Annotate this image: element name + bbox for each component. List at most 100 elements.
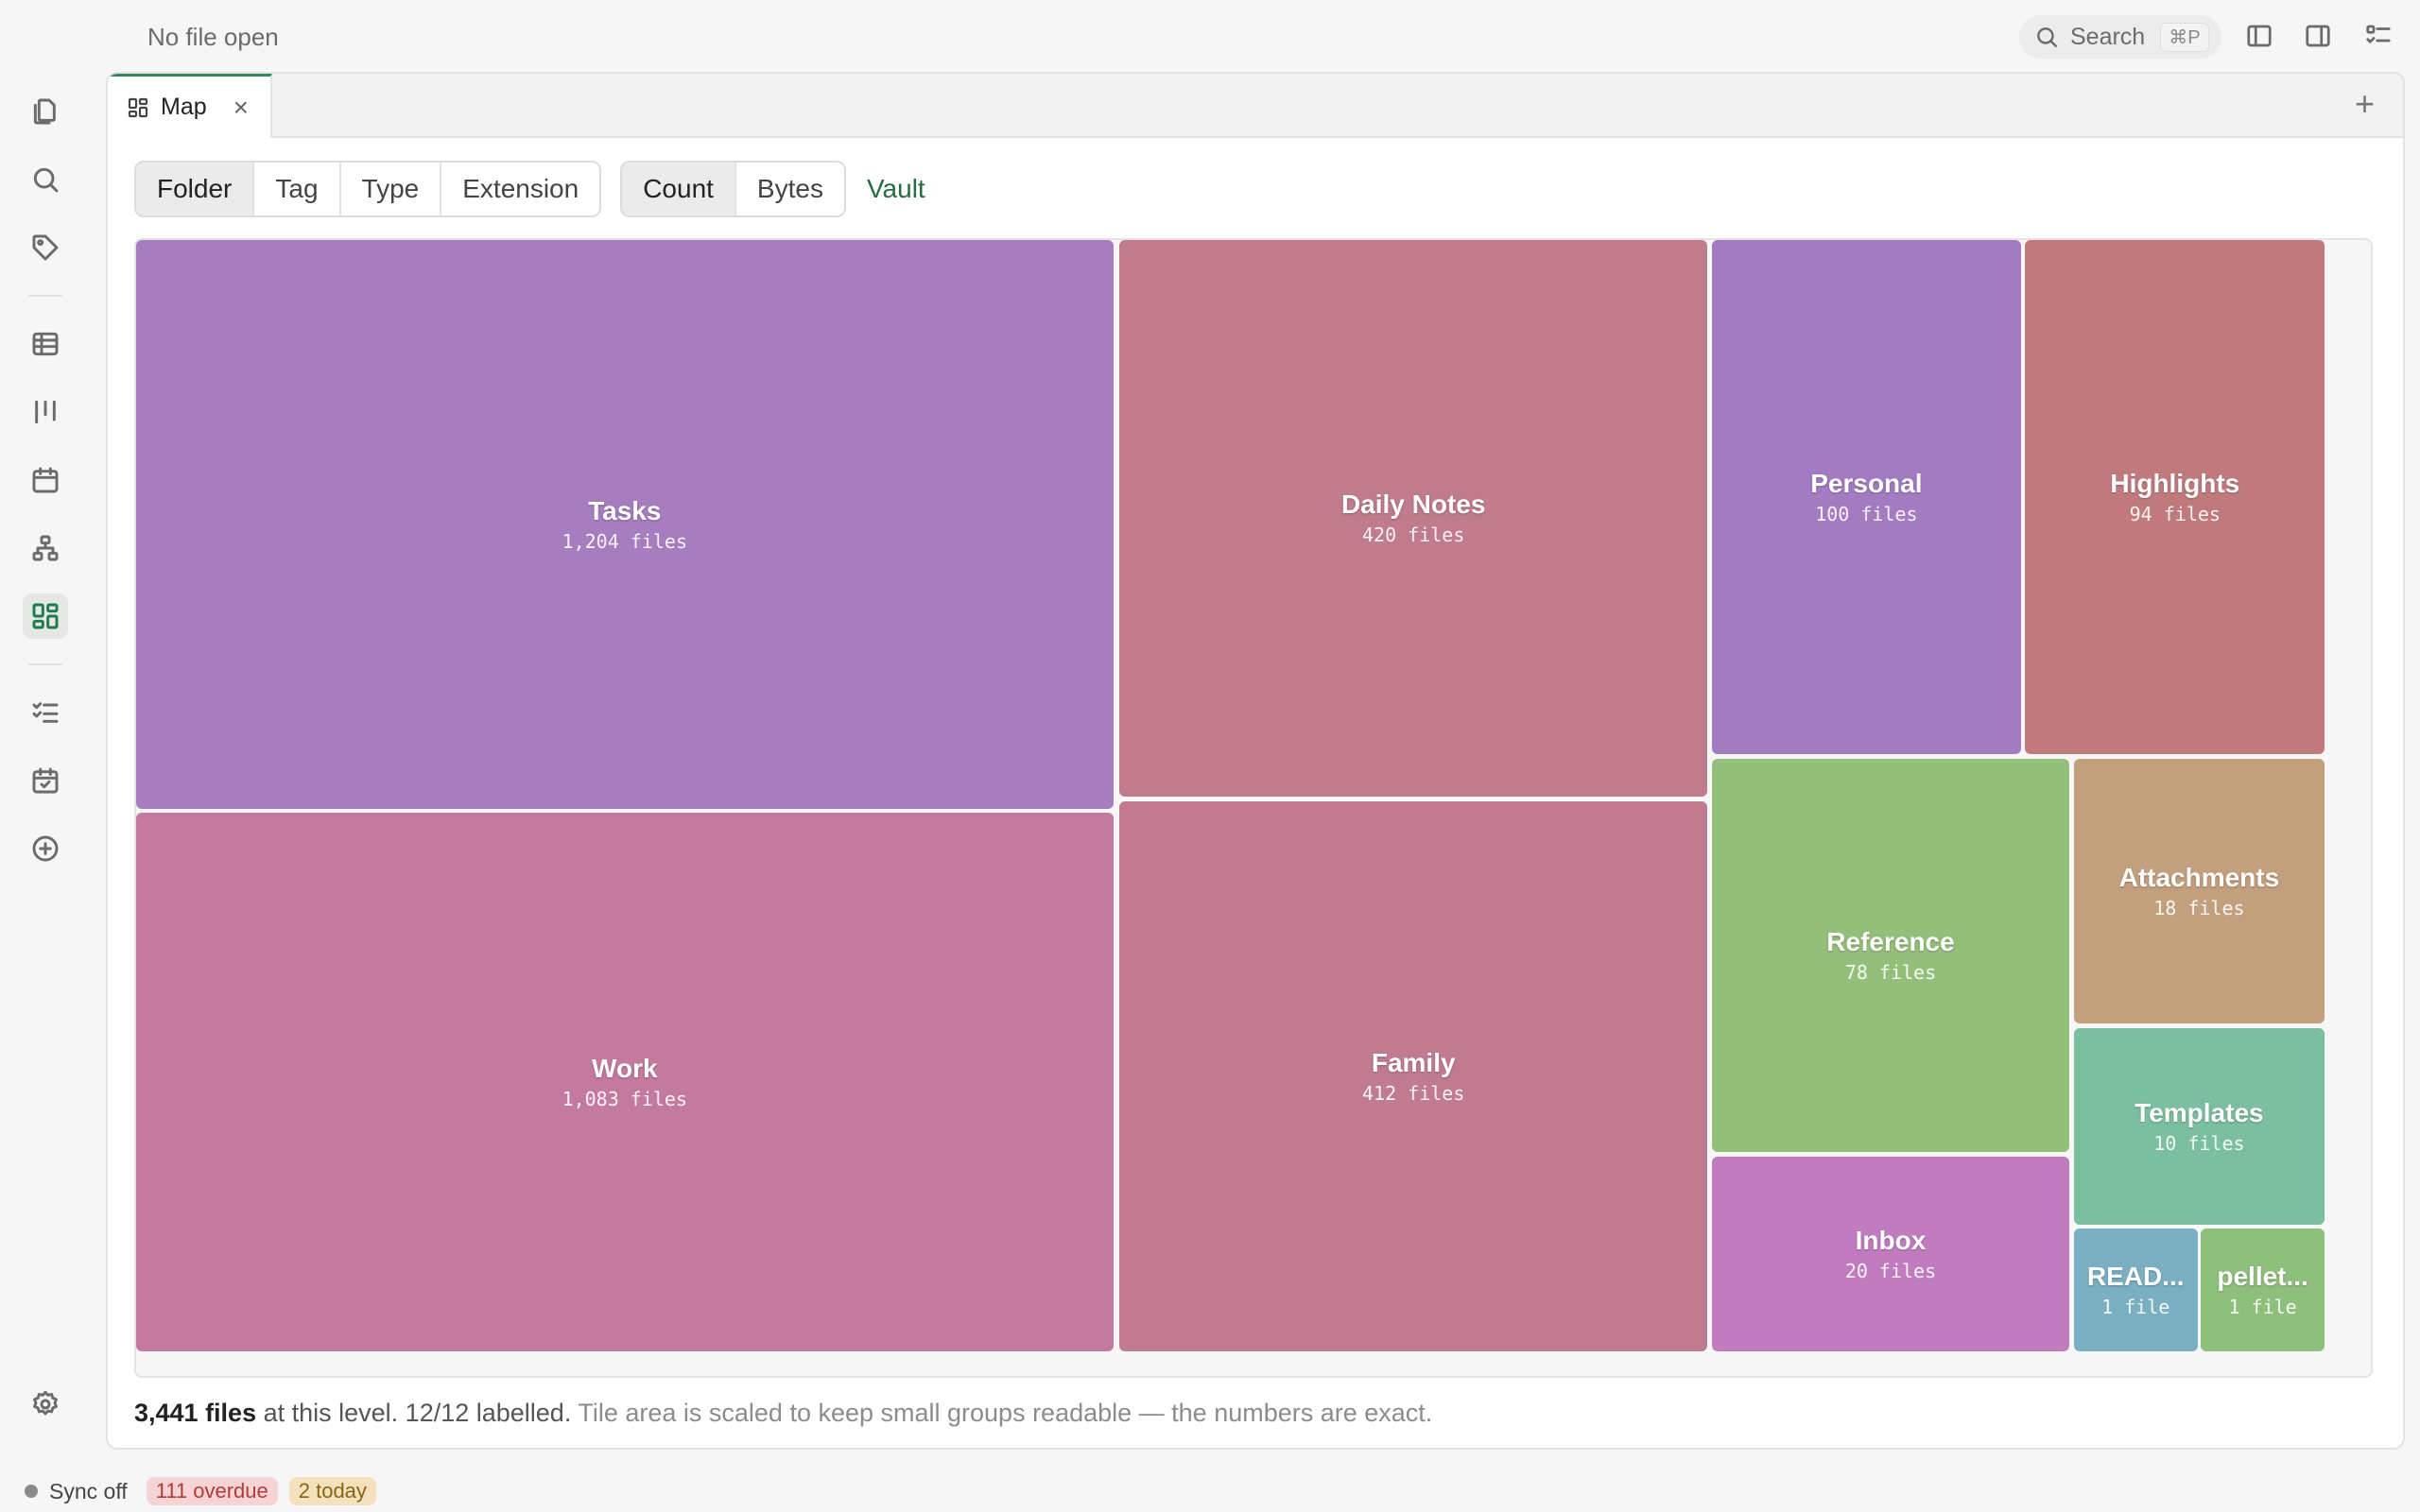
- summary-file-count: 3,441 files: [134, 1399, 257, 1427]
- sync-status-dot-icon: [25, 1485, 38, 1498]
- left-ribbon: [0, 72, 91, 1470]
- treemap-tile[interactable]: pellet... 1 file: [2201, 1228, 2325, 1351]
- search-ribbon-button[interactable]: [23, 157, 68, 202]
- calendar-check-icon: [32, 767, 59, 794]
- tile-name: Highlights: [2110, 469, 2240, 498]
- map-toolbar: Folder Tag Type Extension Count Bytes Vault: [134, 161, 925, 217]
- new-item-button[interactable]: [23, 826, 68, 871]
- tile-name: Templates: [2135, 1097, 2264, 1127]
- status-bar: Sync off 111 overdue 2 today: [0, 1470, 2420, 1512]
- sync-status[interactable]: Sync off: [49, 1479, 128, 1504]
- treemap-tile[interactable]: READ... 1 file: [2073, 1228, 2198, 1351]
- search-button[interactable]: Search ⌘P: [2019, 15, 2221, 59]
- map-icon: [32, 603, 59, 629]
- tile-name: Inbox: [1855, 1225, 1927, 1255]
- tasks-list-button[interactable]: [23, 690, 68, 735]
- search-icon: [2037, 27, 2057, 47]
- file-title: No file open: [147, 23, 279, 51]
- group-by-option-folder[interactable]: Folder: [136, 163, 253, 215]
- tab-map[interactable]: Map ×: [108, 74, 272, 138]
- new-tab-button[interactable]: +: [2355, 87, 2375, 121]
- close-tab-button[interactable]: ×: [233, 94, 249, 121]
- map-view-button[interactable]: [23, 593, 68, 639]
- tile-count: 1 file: [2101, 1296, 2170, 1319]
- outline-icon: [2366, 25, 2391, 43]
- calendar-icon: [32, 467, 59, 493]
- tile-count: 412 files: [1362, 1081, 1465, 1105]
- tile-count: 100 files: [1815, 503, 1918, 525]
- group-by-option-tag[interactable]: Tag: [252, 163, 338, 215]
- tile-count: 10 files: [2153, 1131, 2245, 1155]
- measure-selector: Count Bytes: [620, 161, 846, 217]
- group-by-selector: Folder Tag Type Extension: [134, 161, 602, 217]
- settings-button[interactable]: [23, 1382, 68, 1427]
- tile-count: 1,083 files: [562, 1088, 688, 1111]
- folder-treemap: Tasks 1,204 files Work 1,083 files Daily Not…: [134, 238, 2373, 1378]
- tile-name: Family: [1371, 1047, 1456, 1077]
- table-view-button[interactable]: [23, 321, 68, 367]
- calendar-button[interactable]: [23, 457, 68, 503]
- title-bar: No file open Search ⌘P: [0, 0, 2420, 72]
- measure-option-bytes[interactable]: Bytes: [734, 163, 844, 215]
- files-icon: [33, 98, 56, 125]
- group-by-option-type[interactable]: Type: [338, 163, 441, 215]
- tile-name: Work: [592, 1054, 658, 1084]
- vault-scope-link[interactable]: Vault: [867, 174, 925, 204]
- treemap-tile[interactable]: Family 412 files: [1119, 800, 1708, 1351]
- tile-count: 18 files: [2153, 896, 2245, 919]
- search-label: Search: [2070, 23, 2146, 50]
- kanban-button[interactable]: [23, 389, 68, 435]
- treemap-tile[interactable]: Highlights 94 files: [2025, 240, 2325, 754]
- right-sidebar-icon: [2306, 25, 2330, 47]
- tag-icon: [32, 234, 59, 261]
- today-badge[interactable]: 2 today: [288, 1477, 376, 1505]
- table-icon: [32, 332, 59, 356]
- tile-name: Personal: [1810, 469, 1923, 498]
- tile-count: 94 files: [2129, 503, 2221, 525]
- tags-button[interactable]: [23, 225, 68, 270]
- tile-name: Reference: [1826, 926, 1955, 956]
- tile-name: Tasks: [588, 495, 662, 525]
- treemap-tile[interactable]: Work 1,083 files: [136, 813, 1114, 1351]
- right-sidebar-toggle[interactable]: [2301, 19, 2335, 53]
- tile-name: Attachments: [2118, 862, 2280, 892]
- treemap-tile[interactable]: Templates 10 files: [2073, 1027, 2325, 1225]
- tile-name: READ...: [2086, 1262, 2185, 1292]
- kanban-icon: [35, 400, 56, 424]
- treemap-tile[interactable]: Personal 100 files: [1712, 240, 2021, 754]
- tile-name: Daily Notes: [1340, 490, 1486, 520]
- outline-toggle[interactable]: [2361, 19, 2395, 53]
- plus-circle-icon: [32, 835, 59, 862]
- graph-button[interactable]: [23, 525, 68, 571]
- tile-count: 20 files: [1844, 1259, 1937, 1282]
- treemap-tile[interactable]: Inbox 20 files: [1712, 1156, 2069, 1351]
- tile-count: 1,204 files: [562, 529, 688, 553]
- main-pane: Map × + Folder Tag Type Extension Count Byte…: [106, 72, 2405, 1450]
- measure-option-count[interactable]: Count: [622, 163, 735, 215]
- search-icon: [33, 167, 59, 193]
- graph-icon: [32, 535, 59, 561]
- summary-line: 3,441 files at this level. 12/12 labelle…: [134, 1399, 1432, 1428]
- treemap-tile[interactable]: Attachments 18 files: [2073, 758, 2325, 1023]
- scheduled-button[interactable]: [23, 758, 68, 803]
- left-sidebar-icon: [2247, 25, 2272, 47]
- tab-label: Map: [161, 94, 207, 120]
- checklist-icon: [32, 702, 59, 723]
- tile-name: pellet...: [2217, 1262, 2308, 1292]
- summary-note: Tile area is scaled to keep small groups…: [578, 1399, 1433, 1427]
- settings-icon: [33, 1390, 58, 1416]
- map-icon: [128, 97, 148, 117]
- files-button[interactable]: [23, 89, 68, 134]
- treemap-tile[interactable]: Tasks 1,204 files: [136, 240, 1114, 809]
- summary-text: at this level. 12/12 labelled.: [263, 1399, 572, 1427]
- tile-count: 78 files: [1844, 960, 1937, 984]
- tile-count: 420 files: [1362, 524, 1465, 547]
- search-shortcut: ⌘P: [2160, 22, 2209, 52]
- tile-count: 1 file: [2228, 1296, 2297, 1319]
- left-sidebar-toggle[interactable]: [2242, 19, 2276, 53]
- treemap-tile[interactable]: Reference 78 files: [1712, 758, 2069, 1152]
- overdue-badge[interactable]: 111 overdue: [146, 1477, 278, 1505]
- tab-strip: Map × +: [108, 74, 2403, 138]
- group-by-option-extension[interactable]: Extension: [440, 163, 599, 215]
- treemap-tile[interactable]: Daily Notes 420 files: [1119, 240, 1708, 797]
